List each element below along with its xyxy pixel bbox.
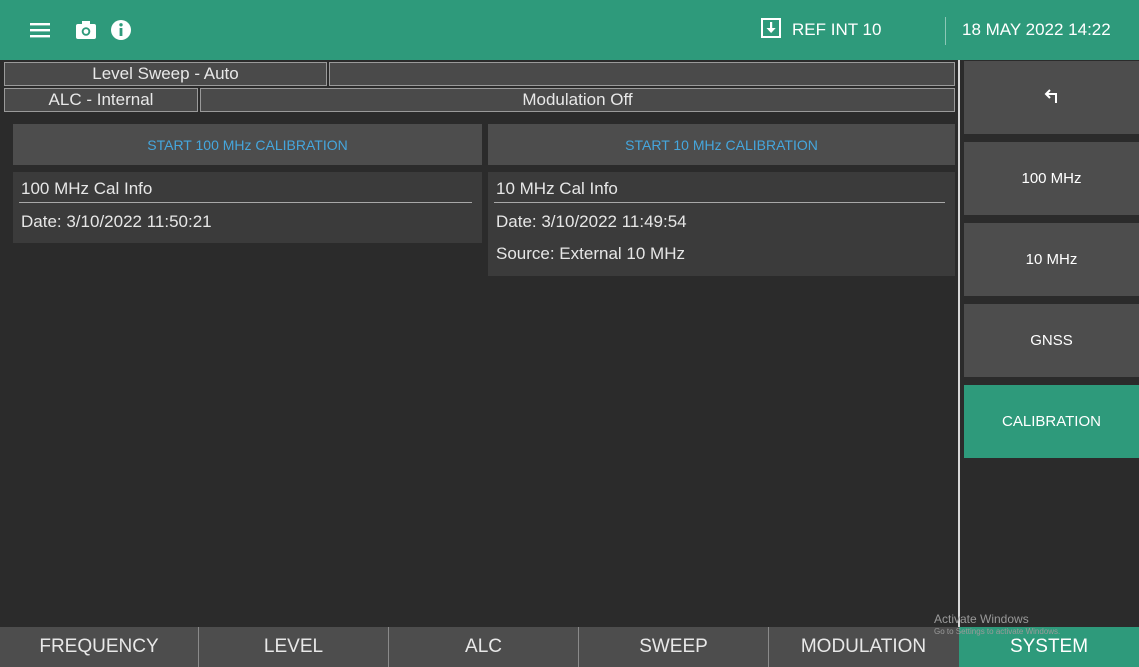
activate-windows-watermark: Activate Windows <box>934 612 1029 626</box>
side-item-10mhz[interactable]: 10 MHz <box>964 223 1139 296</box>
cal-info-10mhz-card: 10 MHz Cal Info Date: 3/10/2022 11:49:54… <box>488 172 955 276</box>
cal-info-10mhz-title: 10 MHz Cal Info <box>496 179 618 198</box>
side-item-calibration[interactable]: CALIBRATION <box>964 385 1139 458</box>
cal-info-100mhz-card: 100 MHz Cal Info Date: 3/10/2022 11:50:2… <box>13 172 482 243</box>
info-icon[interactable] <box>109 18 133 42</box>
reference-label: REF INT 10 <box>792 20 882 39</box>
reference-status[interactable]: REF INT 10 <box>760 0 881 60</box>
tab-alc[interactable]: ALC <box>389 627 578 667</box>
level-sweep-status: Level Sweep - Auto <box>4 62 327 86</box>
cal-info-10mhz-source: Source: External 10 MHz <box>496 244 685 263</box>
activate-windows-hint: Go to Settings to activate Windows. <box>934 627 1061 636</box>
back-button[interactable] <box>964 61 1139 134</box>
divider <box>494 202 945 203</box>
cal-info-10mhz-date: Date: 3/10/2022 11:49:54 <box>496 212 687 231</box>
side-item-gnss[interactable]: GNSS <box>964 304 1139 377</box>
status-empty-cell <box>329 62 955 86</box>
download-icon <box>760 17 782 44</box>
side-item-100mhz[interactable]: 100 MHz <box>964 142 1139 215</box>
menu-icon[interactable] <box>28 18 52 42</box>
start-100mhz-calibration-button[interactable]: START 100 MHz CALIBRATION <box>13 124 482 165</box>
start-10mhz-calibration-button[interactable]: START 10 MHz CALIBRATION <box>488 124 955 165</box>
top-bar: REF INT 10 18 MAY 2022 14:22 <box>0 0 1139 60</box>
alc-status: ALC - Internal <box>4 88 198 112</box>
tab-modulation[interactable]: MODULATION <box>769 627 958 667</box>
datetime: 18 MAY 2022 14:22 <box>962 20 1111 39</box>
tab-frequency[interactable]: FREQUENCY <box>0 627 198 667</box>
cal-info-100mhz-date: Date: 3/10/2022 11:50:21 <box>21 212 212 231</box>
tab-level[interactable]: LEVEL <box>199 627 388 667</box>
back-arrow-icon <box>1042 86 1062 110</box>
camera-icon[interactable] <box>74 18 98 42</box>
modulation-status: Modulation Off <box>200 88 955 112</box>
cal-info-100mhz-title: 100 MHz Cal Info <box>21 179 153 198</box>
topbar-divider <box>945 17 946 45</box>
divider <box>19 202 472 203</box>
tab-sweep[interactable]: SWEEP <box>579 627 768 667</box>
